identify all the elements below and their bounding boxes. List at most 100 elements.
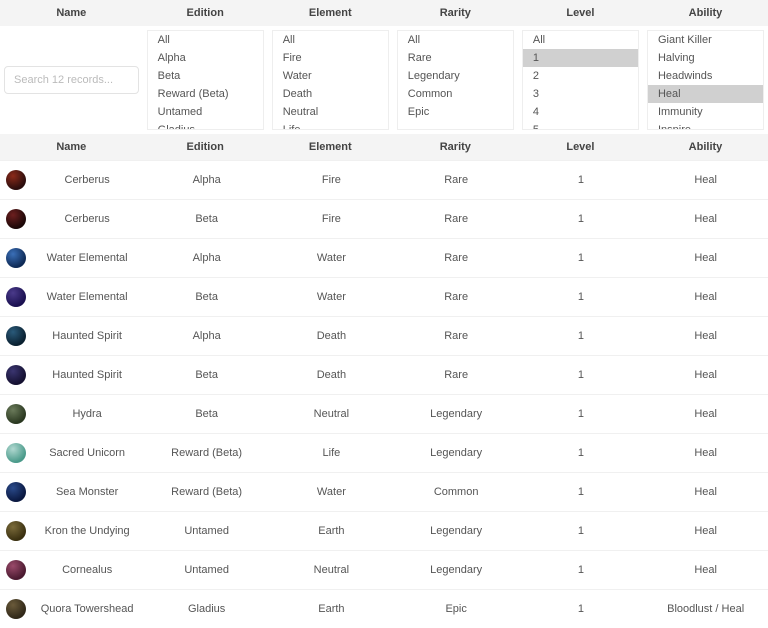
filter-header-element: Element bbox=[268, 0, 393, 26]
filter-option[interactable]: All bbox=[523, 31, 638, 49]
cell-rarity: Rare bbox=[394, 169, 519, 191]
filter-option[interactable]: Neutral bbox=[273, 103, 388, 121]
filter-option[interactable]: Rare bbox=[398, 49, 513, 67]
cell-element: Death bbox=[269, 364, 394, 386]
cell-ability: Heal bbox=[643, 286, 768, 308]
card-avatar-icon bbox=[6, 560, 26, 580]
ability-filter-listbox[interactable]: Giant KillerHalvingHeadwindsHealImmunity… bbox=[647, 30, 764, 130]
cell-element: Water bbox=[269, 286, 394, 308]
cell-edition: Untamed bbox=[144, 520, 269, 542]
cell-level: 1 bbox=[519, 208, 644, 230]
table-row[interactable]: Sacred UnicornReward (Beta)LifeLegendary… bbox=[0, 433, 768, 472]
table-row[interactable]: Sea MonsterReward (Beta)WaterCommon1Heal bbox=[0, 472, 768, 511]
filter-option[interactable]: Headwinds bbox=[648, 67, 763, 85]
filter-option[interactable]: 5 bbox=[523, 121, 638, 130]
cell-name: Cornealus bbox=[34, 564, 140, 576]
table-row[interactable]: Haunted SpiritBetaDeathRare1Heal bbox=[0, 355, 768, 394]
filter-header-name: Name bbox=[0, 0, 143, 26]
cell-rarity: Legendary bbox=[394, 559, 519, 581]
filter-option[interactable]: Death bbox=[273, 85, 388, 103]
filter-option[interactable]: Inspire bbox=[648, 121, 763, 130]
cell-rarity: Rare bbox=[394, 247, 519, 269]
table-row[interactable]: CerberusBetaFireRare1Heal bbox=[0, 199, 768, 238]
filter-header-edition: Edition bbox=[143, 0, 268, 26]
filter-option[interactable]: 2 bbox=[523, 67, 638, 85]
cell-name: Water Elemental bbox=[34, 252, 140, 264]
card-avatar-icon bbox=[6, 365, 26, 385]
cell-level: 1 bbox=[519, 598, 644, 620]
filter-option[interactable]: Untamed bbox=[148, 103, 263, 121]
cell-name: Water Elemental bbox=[34, 291, 140, 303]
filter-controls-row: AllAlphaBetaReward (Beta)UntamedGladius … bbox=[0, 26, 768, 134]
cell-name: Cerberus bbox=[34, 174, 140, 186]
table-row[interactable]: Water Elemental BetaWaterRare1Heal bbox=[0, 277, 768, 316]
filter-option[interactable]: Giant Killer bbox=[648, 31, 763, 49]
cell-rarity: Rare bbox=[394, 364, 519, 386]
filter-option[interactable]: 3 bbox=[523, 85, 638, 103]
table-row[interactable]: Haunted SpiritAlphaDeathRare1Heal bbox=[0, 316, 768, 355]
cell-name: Haunted Spirit bbox=[34, 369, 140, 381]
cell-name: Cerberus bbox=[34, 213, 140, 225]
table-row[interactable]: HydraBetaNeutralLegendary1Heal bbox=[0, 394, 768, 433]
filter-option[interactable]: Heal bbox=[648, 85, 763, 103]
table-row[interactable]: Kron the UndyingUntamedEarthLegendary1He… bbox=[0, 511, 768, 550]
filter-option[interactable]: Legendary bbox=[398, 67, 513, 85]
filter-option[interactable]: Epic bbox=[398, 103, 513, 121]
filter-option[interactable]: Fire bbox=[273, 49, 388, 67]
cell-element: Life bbox=[269, 442, 394, 464]
cell-rarity: Epic bbox=[394, 598, 519, 620]
filter-header-level: Level bbox=[518, 0, 643, 26]
edition-filter-listbox[interactable]: AllAlphaBetaReward (Beta)UntamedGladius bbox=[147, 30, 264, 130]
table-row[interactable]: Quora TowersheadGladiusEarthEpic1Bloodlu… bbox=[0, 589, 768, 628]
search-input[interactable] bbox=[4, 66, 139, 94]
col-header-edition: Edition bbox=[143, 134, 268, 160]
cell-edition: Beta bbox=[144, 286, 269, 308]
card-avatar-icon bbox=[6, 482, 26, 502]
cell-ability: Bloodlust / Heal bbox=[643, 598, 768, 620]
table-row[interactable]: Water ElementalAlphaWaterRare1Heal bbox=[0, 238, 768, 277]
card-avatar-icon bbox=[6, 170, 26, 190]
filter-option[interactable]: Halving bbox=[648, 49, 763, 67]
cell-ability: Heal bbox=[643, 559, 768, 581]
cell-rarity: Rare bbox=[394, 286, 519, 308]
card-avatar-icon bbox=[6, 599, 26, 619]
filter-option[interactable]: Alpha bbox=[148, 49, 263, 67]
filter-option[interactable]: All bbox=[398, 31, 513, 49]
cell-edition: Reward (Beta) bbox=[144, 442, 269, 464]
filter-option[interactable]: Life bbox=[273, 121, 388, 130]
filter-option[interactable]: Water bbox=[273, 67, 388, 85]
rarity-filter-listbox[interactable]: AllRareLegendaryCommonEpic bbox=[397, 30, 514, 130]
filter-option[interactable]: Gladius bbox=[148, 121, 263, 130]
element-filter-listbox[interactable]: AllFireWaterDeathNeutralLife bbox=[272, 30, 389, 130]
cell-name: Kron the Undying bbox=[34, 525, 140, 537]
filter-option[interactable]: All bbox=[273, 31, 388, 49]
cell-rarity: Legendary bbox=[394, 520, 519, 542]
filter-option[interactable]: 4 bbox=[523, 103, 638, 121]
filter-option[interactable]: All bbox=[148, 31, 263, 49]
card-avatar-icon bbox=[6, 443, 26, 463]
filter-option[interactable]: Common bbox=[398, 85, 513, 103]
cell-ability: Heal bbox=[643, 169, 768, 191]
table-row[interactable]: CerberusAlphaFireRare1Heal bbox=[0, 160, 768, 199]
cell-level: 1 bbox=[519, 286, 644, 308]
table-row[interactable]: CornealusUntamedNeutralLegendary1Heal bbox=[0, 550, 768, 589]
cell-edition: Beta bbox=[144, 364, 269, 386]
table-body: CerberusAlphaFireRare1HealCerberusBetaFi… bbox=[0, 160, 768, 628]
cell-rarity: Legendary bbox=[394, 403, 519, 425]
cell-edition: Alpha bbox=[144, 325, 269, 347]
filter-option[interactable]: Immunity bbox=[648, 103, 763, 121]
cell-ability: Heal bbox=[643, 247, 768, 269]
cell-name: Sea Monster bbox=[34, 486, 140, 498]
cell-edition: Alpha bbox=[144, 169, 269, 191]
filter-option[interactable]: 1 bbox=[523, 49, 638, 67]
cell-name: Haunted Spirit bbox=[34, 330, 140, 342]
filter-option[interactable]: Beta bbox=[148, 67, 263, 85]
level-filter-listbox[interactable]: All12345 bbox=[522, 30, 639, 130]
filter-option[interactable]: Reward (Beta) bbox=[148, 85, 263, 103]
cell-level: 1 bbox=[519, 169, 644, 191]
table-header-row: Name Edition Element Rarity Level Abilit… bbox=[0, 134, 768, 160]
cell-element: Death bbox=[269, 325, 394, 347]
cell-rarity: Rare bbox=[394, 325, 519, 347]
cell-element: Earth bbox=[269, 520, 394, 542]
cell-edition: Beta bbox=[144, 208, 269, 230]
